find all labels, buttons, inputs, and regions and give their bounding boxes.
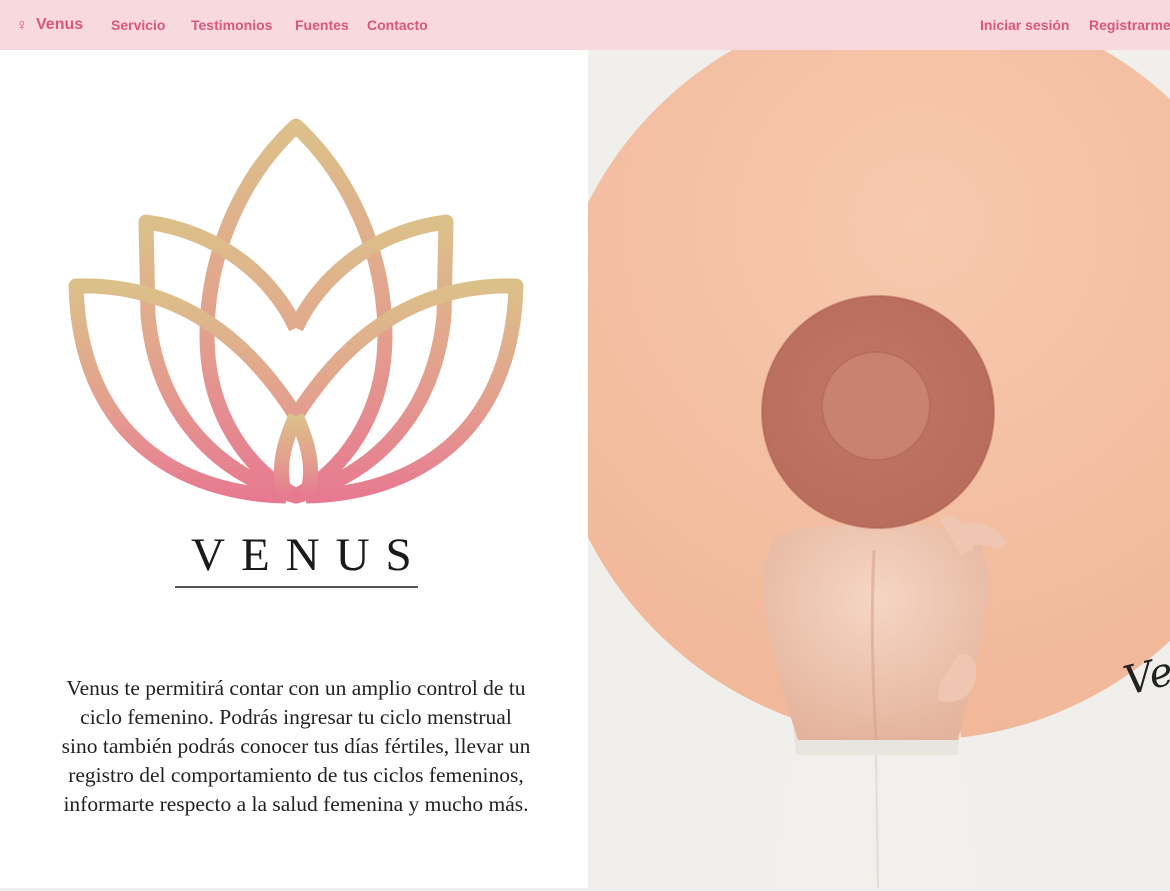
- login-link[interactable]: Iniciar sesión: [980, 0, 1069, 50]
- hero-photo: Ve: [588, 50, 1170, 888]
- brand-label: Venus: [36, 16, 84, 33]
- brand-link[interactable]: ♀ Venus: [16, 0, 83, 50]
- logo-wordmark: VENUS: [191, 529, 428, 581]
- navbar: ♀ Venus Servicio Testimonios Fuentes Con…: [0, 0, 1170, 50]
- register-link[interactable]: Registrarme: [1089, 0, 1170, 50]
- intro-description: Venus te permitirá contar con un amplio …: [61, 676, 531, 816]
- intro-panel: VENUS Venus te permitirá contar con un a…: [0, 50, 588, 888]
- nav-link-fuentes[interactable]: Fuentes: [295, 0, 349, 50]
- nav-link-servicio[interactable]: Servicio: [111, 0, 165, 50]
- nav-link-testimonios[interactable]: Testimonios: [191, 0, 272, 50]
- lotus-logo-icon: [68, 118, 524, 504]
- logo-underline: [175, 586, 418, 588]
- woman-with-hat-photo: Ve: [588, 50, 1170, 888]
- venus-symbol-icon: ♀: [16, 17, 28, 34]
- nav-link-contacto[interactable]: Contacto: [367, 0, 428, 50]
